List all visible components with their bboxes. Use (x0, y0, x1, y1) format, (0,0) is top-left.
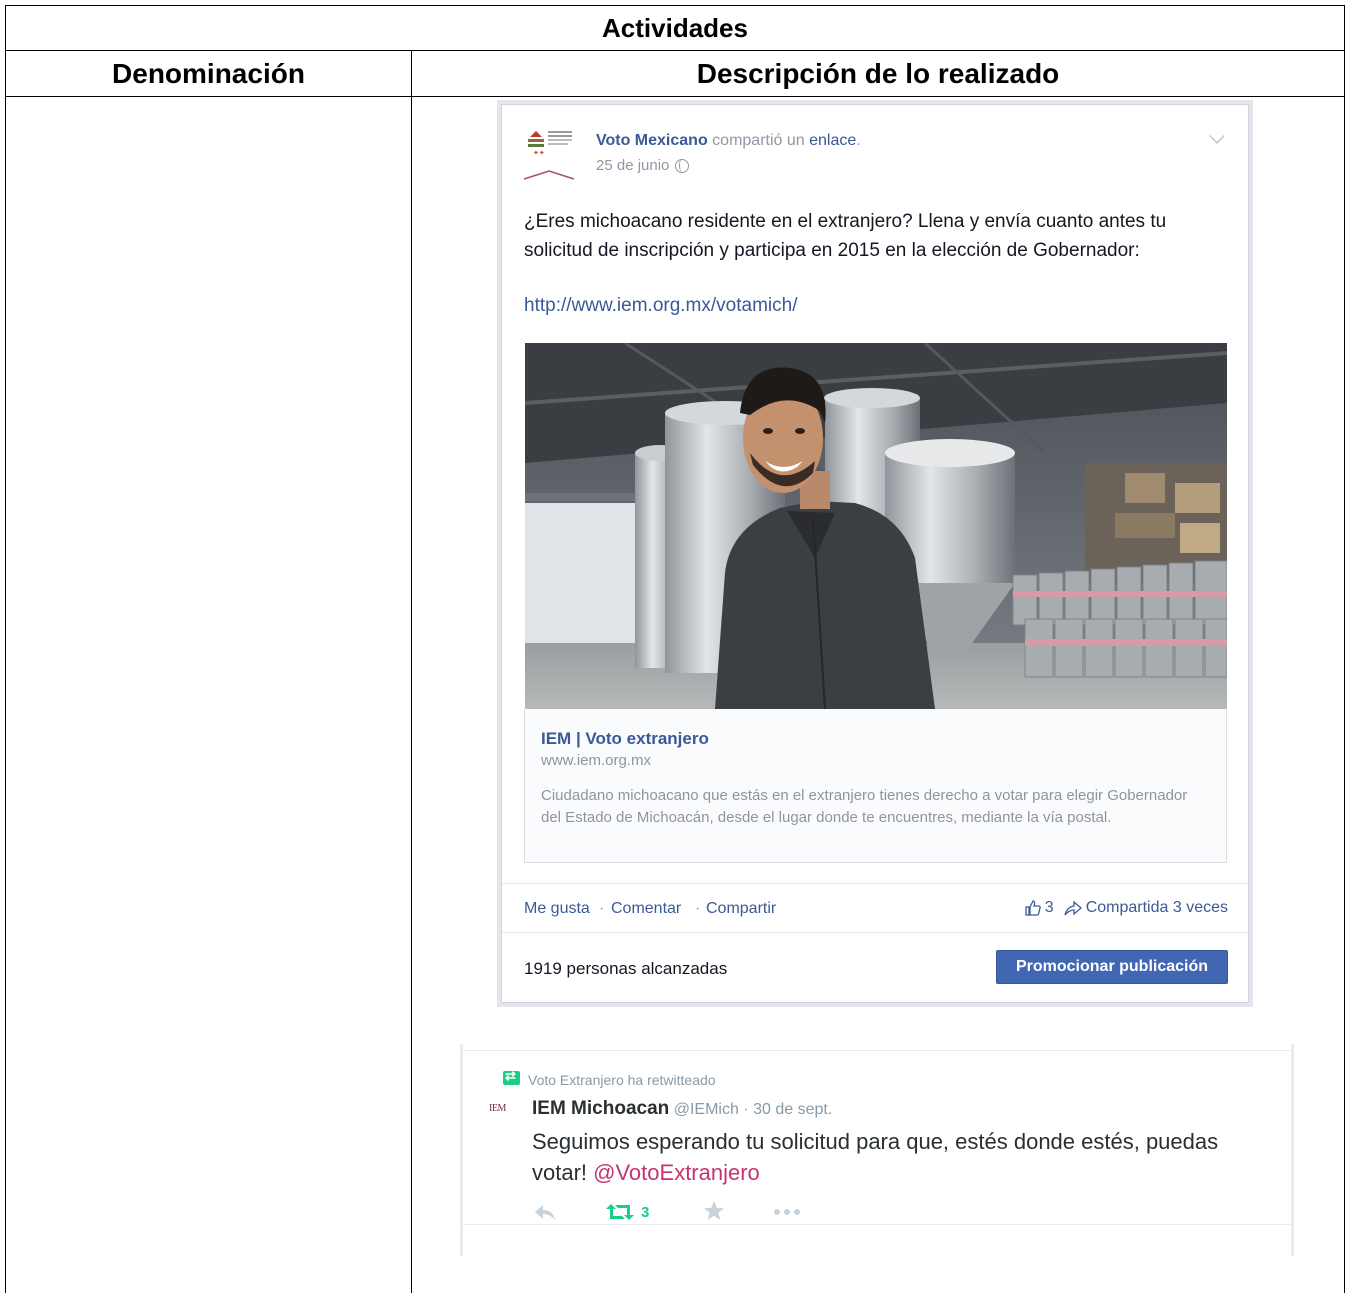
more-options-icon[interactable] (773, 1208, 801, 1216)
column-header-descripcion: Descripción de lo realizado (696, 57, 1060, 89)
page-avatar-logo[interactable]: ✦✦ (522, 127, 577, 185)
tweet-avatar[interactable]: IEM (489, 1103, 506, 1114)
column-header-denominacion: Denominación (6, 51, 412, 96)
star-icon[interactable] (703, 1200, 725, 1222)
retweet-badge-icon (503, 1068, 520, 1085)
thumbs-up-icon[interactable] (1025, 900, 1041, 916)
link-preview-domain: www.iem.org.mx (541, 752, 652, 769)
globe-icon (675, 158, 690, 173)
table-header-row: Denominación Descripción de lo realizado (6, 51, 1344, 97)
link-preview-box[interactable]: IEM | Voto extranjero www.iem.org.mx Ciu… (524, 709, 1227, 863)
people-reached[interactable]: 1919 personas alcanzadas (524, 959, 727, 979)
svg-text:✦✦: ✦✦ (533, 149, 545, 157)
promote-post-button[interactable]: Promocionar publicación (996, 950, 1228, 984)
link-preview-description: Ciudadano michoacano que estás en el ext… (541, 787, 1188, 826)
facebook-post-screenshot: ✦✦ Voto Mexicano compartió un enlace. 25… (497, 100, 1253, 1007)
post-actions-bar: Me gusta · Comentar · Compartir 3 Compar… (502, 883, 1248, 933)
comment-button[interactable]: Comentar (611, 900, 681, 918)
retweet-icon[interactable] (605, 1202, 635, 1222)
author-name-link[interactable]: Voto Mexicano (596, 132, 708, 149)
post-date[interactable]: 25 de junio (596, 157, 669, 174)
table-title: Actividades (6, 6, 1344, 51)
facebook-post-card: ✦✦ Voto Mexicano compartió un enlace. 25… (501, 104, 1249, 1003)
retweeted-by-text[interactable]: Voto Extranjero ha retwitteado (528, 1072, 716, 1088)
tweet-screenshot: Voto Extranjero ha retwitteado IEM IEM M… (460, 1044, 1294, 1256)
share-button[interactable]: Compartir (706, 900, 776, 918)
tweet-author-name[interactable]: IEM Michoacan (532, 1098, 669, 1119)
post-text: ¿Eres michoacano residente en el extranj… (524, 211, 1167, 261)
likes-count[interactable]: 3 (1045, 899, 1054, 917)
tweet-top-divider (463, 1050, 1291, 1051)
action-separator: · (695, 900, 701, 917)
action-separator: · (599, 900, 605, 917)
tweet-text: Seguimos esperando tu solicitud para que… (532, 1126, 1272, 1188)
post-date-line: 25 de junio (596, 157, 690, 174)
post-counts: 3 Compartida 3 veces (1025, 899, 1228, 917)
author-line-period: . (856, 132, 861, 149)
chevron-down-icon[interactable] (1209, 128, 1225, 144)
shared-action-text: compartió un (707, 132, 810, 149)
tweet-bottom-divider (463, 1224, 1291, 1225)
link-preview-title[interactable]: IEM | Voto extranjero (541, 729, 709, 749)
tweet-separator: · (743, 1101, 749, 1118)
shares-count[interactable]: Compartida 3 veces (1086, 899, 1228, 917)
post-url-link[interactable]: http://www.iem.org.mx/votamich/ (524, 295, 797, 317)
denominacion-cell (6, 97, 412, 1293)
shared-link-word[interactable]: enlace (809, 132, 856, 149)
tweet-handle[interactable]: @IEMich (674, 1101, 739, 1118)
reply-icon[interactable] (533, 1202, 557, 1222)
tweet-header: IEM Michoacan @IEMich · 30 de sept. (532, 1098, 832, 1120)
post-author-line: Voto Mexicano compartió un enlace. (596, 132, 861, 150)
like-button[interactable]: Me gusta (524, 900, 590, 918)
link-preview-photo[interactable] (525, 343, 1227, 709)
tweet-mention-link[interactable]: @VotoExtranjero (593, 1160, 760, 1185)
tweet-date[interactable]: 30 de sept. (753, 1101, 832, 1118)
share-arrow-icon[interactable] (1064, 900, 1082, 916)
retweet-count[interactable]: 3 (641, 1204, 649, 1221)
